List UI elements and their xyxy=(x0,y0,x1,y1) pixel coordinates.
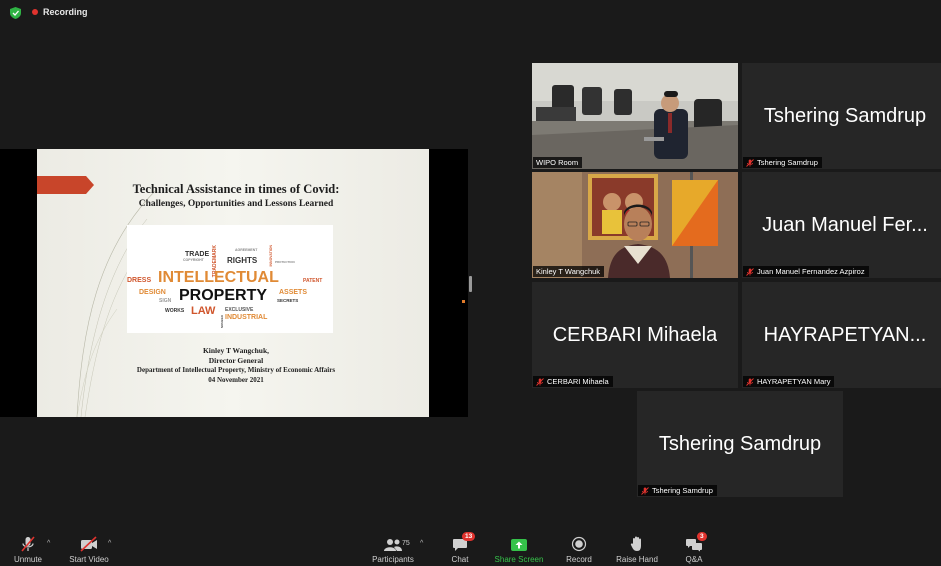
slide-author-block: Kinley T Wangchuk, Director General Depa… xyxy=(101,346,371,385)
audio-options-chevron-icon[interactable]: ^ xyxy=(47,540,50,547)
participant-display-name: Tshering Samdrup xyxy=(658,432,822,455)
chat-unread-badge: 13 xyxy=(462,532,476,541)
word-property: PROPERTY xyxy=(179,287,268,304)
participant-name-tag: HAYRAPETYAN Mary xyxy=(743,376,835,387)
participant-name-tag: Kinley T Wangchuk xyxy=(533,266,605,277)
word-patent: PATENT xyxy=(303,278,323,284)
slide-title: Technical Assistance in times of Covid: xyxy=(132,182,340,196)
unmute-button[interactable]: Unmute xyxy=(12,536,44,564)
slide-date: 04 November 2021 xyxy=(208,375,264,384)
start-video-button[interactable]: Start Video xyxy=(66,536,112,564)
raise-hand-button[interactable]: Raise Hand xyxy=(613,536,661,564)
participant-display-name: Juan Manuel Fer... xyxy=(762,213,928,236)
participant-name: HAYRAPETYAN Mary xyxy=(757,377,831,386)
participant-name-tag: Tshering Samdrup xyxy=(638,485,717,496)
slide-subtitle: Challenges, Opportunities and Lessons Le… xyxy=(138,199,334,209)
muted-mic-icon xyxy=(536,377,544,386)
slide-orange-marker xyxy=(37,176,94,194)
muted-microphone-icon xyxy=(21,536,35,552)
muted-mic-icon xyxy=(641,486,649,495)
participants-count: 75 xyxy=(402,540,410,547)
video-tile-juan-manuel[interactable]: Juan Manuel Fer... Juan Manuel Fernandez… xyxy=(742,172,941,278)
word-trade: TRADE xyxy=(185,251,210,258)
share-corner-indicator xyxy=(462,300,465,303)
video-options-chevron-icon[interactable]: ^ xyxy=(108,540,111,547)
record-button[interactable]: Record xyxy=(562,536,596,564)
participant-display-name: HAYRAPETYAN... xyxy=(763,323,927,346)
security-shield-icon[interactable] xyxy=(10,7,21,19)
word-law: LAW xyxy=(191,305,216,317)
word-dress: DRESS xyxy=(127,277,152,284)
share-screen-button[interactable]: Share Screen xyxy=(490,536,548,564)
word-innovation: INNOVATION xyxy=(269,245,273,267)
participant-name: Tshering Samdrup xyxy=(757,158,818,167)
video-tile-hayrapetyan-mary[interactable]: HAYRAPETYAN... HAYRAPETYAN Mary xyxy=(742,282,941,388)
record-icon xyxy=(571,536,587,552)
share-screen-icon xyxy=(511,539,527,551)
muted-mic-icon xyxy=(746,377,754,386)
word-copyright: COPYRIGHT xyxy=(183,258,204,262)
muted-mic-icon xyxy=(746,158,754,167)
start-video-label: Start Video xyxy=(69,555,109,564)
participant-display-name: Tshering Samdrup xyxy=(763,104,927,127)
word-number: NUMBER xyxy=(220,315,224,329)
slide-author-dept: Department of Intellectual Property, Min… xyxy=(136,366,336,375)
participants-options-chevron-icon[interactable]: ^ xyxy=(420,540,423,547)
word-design: DESIGN xyxy=(139,289,166,296)
meeting-toolbar: Unmute ^ Start Video ^ Participants 75 ^ xyxy=(0,532,941,566)
slide-author-name: Kinley T Wangchuk, xyxy=(202,346,270,355)
participant-name: Kinley T Wangchuk xyxy=(536,267,601,276)
qa-unread-badge: 3 xyxy=(697,532,707,541)
recording-indicator[interactable]: Recording xyxy=(32,7,88,17)
video-tile-tshering-samdrup[interactable]: Tshering Samdrup Tshering Samdrup xyxy=(742,63,941,169)
word-assets: ASSETS xyxy=(279,289,308,296)
participant-name: Tshering Samdrup xyxy=(652,486,713,495)
kinley-wangchuk-video xyxy=(532,172,738,278)
raise-hand-icon xyxy=(630,536,641,551)
word-secrets: SECRETS xyxy=(277,298,299,303)
word-sign: SIGN xyxy=(159,298,172,304)
word-protection: PROTECTION xyxy=(275,260,295,264)
video-tile-tshering-samdrup-2[interactable]: Tshering Samdrup Tshering Samdrup xyxy=(637,391,843,497)
word-intellectual: INTELLECTUAL xyxy=(158,269,279,286)
muted-mic-icon xyxy=(746,267,754,276)
qa-button[interactable]: 3 Q&A xyxy=(681,532,707,564)
participant-name-tag: WIPO Room xyxy=(533,157,583,168)
word-exclusive: EXCLUSIVE xyxy=(225,307,254,313)
unmute-label: Unmute xyxy=(13,555,42,564)
chat-button[interactable]: 13 Chat xyxy=(446,532,476,564)
presentation-slide: Technical Assistance in times of Covid: … xyxy=(37,149,429,417)
word-agreement: AGREEMENT xyxy=(235,248,258,252)
top-status-bar: Recording xyxy=(0,0,941,26)
word-industrial: INDUSTRIAL xyxy=(225,314,268,321)
word-cloud: TRADE COPYRIGHT TRADEMARK AGREEMENT INNO… xyxy=(127,225,333,333)
participant-name-tag: CERBARI Mihaela xyxy=(533,376,613,387)
participant-name: CERBARI Mihaela xyxy=(547,377,609,386)
qa-label: Q&A xyxy=(685,555,703,564)
chat-label: Chat xyxy=(451,555,469,564)
raise-hand-label: Raise Hand xyxy=(616,555,658,564)
video-tile-wipo-room[interactable]: WIPO Room xyxy=(532,63,738,169)
record-label: Record xyxy=(566,555,592,564)
video-off-icon xyxy=(80,536,97,552)
participant-name-tag: Juan Manuel Fernandez Azpiroz xyxy=(743,266,869,277)
word-works: WORKS xyxy=(165,308,185,314)
slide-author-role: Director General xyxy=(208,356,264,366)
split-view-drag-handle[interactable] xyxy=(469,276,472,292)
wipo-room-video xyxy=(532,63,738,169)
word-rights: RIGHTS xyxy=(227,256,258,265)
share-screen-label: Share Screen xyxy=(494,555,544,564)
recording-dot-icon xyxy=(32,9,38,15)
shared-screen: Technical Assistance in times of Covid: … xyxy=(0,149,468,417)
participant-display-name: CERBARI Mihaela xyxy=(552,323,718,346)
recording-label: Recording xyxy=(43,7,88,17)
participants-label: Participants xyxy=(372,555,414,564)
video-tile-kinley-t-wangchuk[interactable]: Kinley T Wangchuk xyxy=(532,172,738,278)
video-tile-cerbari-mihaela[interactable]: CERBARI Mihaela CERBARI Mihaela xyxy=(532,282,738,388)
participant-name: WIPO Room xyxy=(536,158,579,167)
participants-button[interactable]: Participants xyxy=(368,536,418,564)
participants-icon xyxy=(384,539,402,551)
participant-name-tag: Tshering Samdrup xyxy=(743,157,822,168)
participant-name: Juan Manuel Fernandez Azpiroz xyxy=(757,267,865,276)
